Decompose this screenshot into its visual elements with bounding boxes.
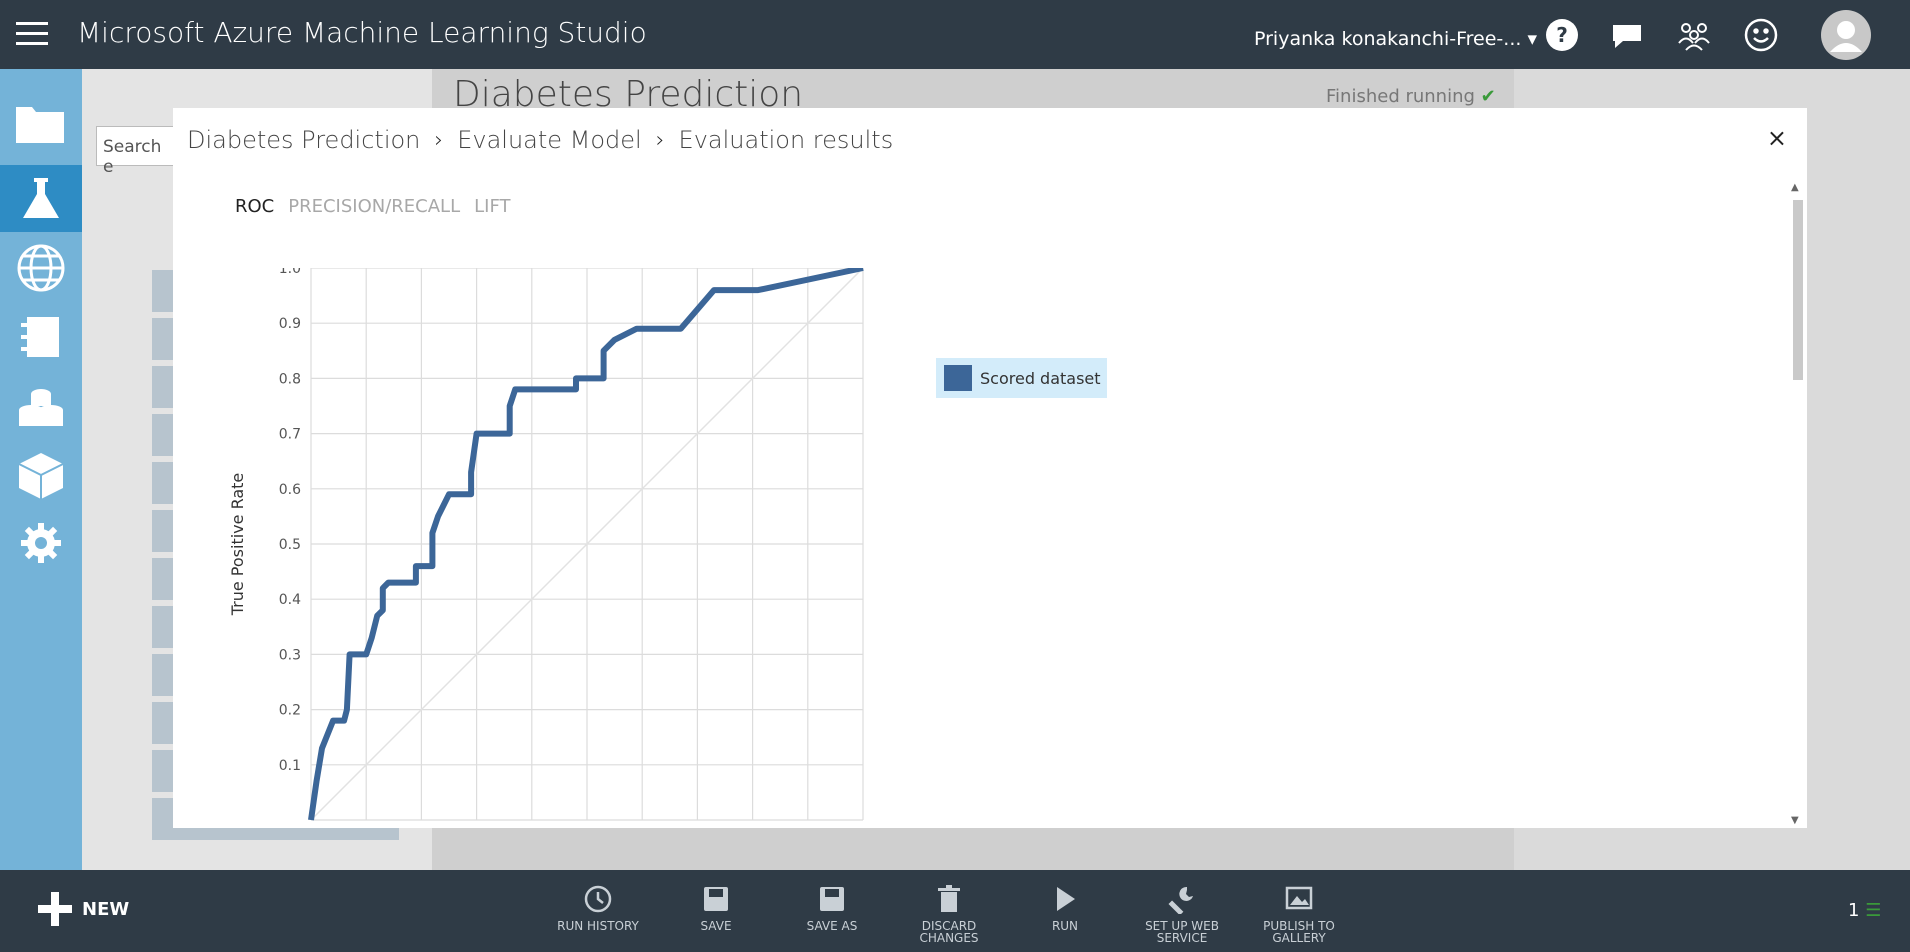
scroll-up-icon[interactable]: ▲ bbox=[1791, 182, 1799, 193]
setup-web-service-button[interactable]: SET UP WEB SERVICE bbox=[1127, 884, 1237, 944]
datasets-icon bbox=[19, 388, 63, 426]
chevron-right-icon: › bbox=[434, 127, 444, 153]
tool-label: PUBLISH TO GALLERY bbox=[1263, 919, 1335, 945]
save-as-button[interactable]: SAVE AS bbox=[777, 884, 887, 932]
left-nav bbox=[0, 69, 82, 870]
gallery-icon bbox=[1285, 886, 1313, 910]
tool-label: SET UP WEB SERVICE bbox=[1145, 919, 1219, 945]
play-icon bbox=[1057, 887, 1075, 911]
nav-projects[interactable] bbox=[0, 89, 82, 156]
breadcrumb: Diabetes Prediction › Evaluate Model › E… bbox=[187, 126, 893, 154]
progress-icon: ☰ bbox=[1865, 900, 1882, 921]
notification-count[interactable]: 1 ☰ bbox=[1848, 900, 1881, 921]
community-icon[interactable] bbox=[1676, 17, 1712, 53]
tool-label: SAVE bbox=[700, 919, 732, 933]
tab-lift[interactable]: LIFT bbox=[474, 196, 510, 217]
notebook-icon bbox=[21, 316, 59, 357]
nav-datasets[interactable] bbox=[0, 374, 82, 441]
top-bar: Microsoft Azure Machine Learning Studio … bbox=[0, 0, 1910, 69]
tab-roc[interactable]: ROC bbox=[235, 196, 274, 217]
plus-icon bbox=[38, 892, 72, 926]
scroll-down-icon[interactable]: ▼ bbox=[1791, 815, 1799, 826]
user-name: Priyanka konakanchi-Free-... bbox=[1254, 28, 1522, 50]
y-tick-label: 0.8 bbox=[279, 371, 301, 387]
projects-icon bbox=[16, 106, 64, 143]
scroll-thumb[interactable] bbox=[1793, 200, 1803, 380]
run-button[interactable]: RUN bbox=[1010, 884, 1120, 932]
y-tick-label: 0.4 bbox=[279, 592, 301, 608]
bottom-toolbar: NEW RUN HISTORY SAVE SAVE AS DISCARD CHA… bbox=[0, 870, 1910, 952]
breadcrumb-current: Evaluation results bbox=[678, 126, 894, 154]
save-button[interactable]: SAVE bbox=[661, 884, 771, 932]
evaluation-results-dialog: Diabetes Prediction › Evaluate Model › E… bbox=[173, 108, 1807, 828]
tool-label: RUN bbox=[1051, 919, 1079, 933]
legend-swatch bbox=[944, 365, 972, 391]
tool-label: RUN HISTORY bbox=[557, 919, 639, 933]
trash-icon bbox=[938, 885, 960, 912]
y-tick-label: 0.5 bbox=[279, 537, 301, 553]
breadcrumb-experiment[interactable]: Diabetes Prediction bbox=[187, 126, 420, 154]
y-tick-label: 0.7 bbox=[279, 427, 301, 443]
gear-icon bbox=[21, 522, 61, 563]
tool-label: SAVE AS bbox=[806, 919, 858, 933]
new-label: NEW bbox=[82, 898, 130, 920]
cube-icon bbox=[18, 452, 64, 499]
save-as-icon bbox=[820, 887, 844, 911]
publish-to-gallery-button[interactable]: PUBLISH TO GALLERY bbox=[1244, 884, 1354, 944]
nav-web-services[interactable] bbox=[0, 234, 82, 301]
help-icon[interactable]: ? bbox=[1544, 17, 1580, 53]
chart-tabs: ROC PRECISION/RECALL LIFT bbox=[235, 196, 511, 217]
tool-label: DISCARD CHANGES bbox=[919, 919, 979, 945]
nav-settings[interactable] bbox=[0, 509, 82, 576]
y-tick-label: 0.6 bbox=[279, 482, 301, 498]
checkmark-icon: ✔ bbox=[1480, 86, 1496, 107]
chart-legend[interactable]: Scored dataset bbox=[936, 358, 1107, 398]
menu-icon[interactable] bbox=[16, 22, 48, 46]
breadcrumb-module[interactable]: Evaluate Model bbox=[457, 126, 642, 154]
nav-experiments[interactable] bbox=[0, 165, 82, 232]
smiley-icon[interactable] bbox=[1743, 17, 1779, 53]
avatar[interactable] bbox=[1821, 10, 1871, 60]
globe-icon bbox=[17, 244, 65, 291]
run-status-text: Finished running bbox=[1326, 86, 1475, 107]
run-status: Finished running ✔ bbox=[1326, 86, 1496, 107]
y-axis-label: True Positive Rate bbox=[228, 473, 247, 617]
nav-trained-models[interactable] bbox=[0, 442, 82, 509]
scrollbar[interactable]: ▲ ▼ bbox=[1789, 180, 1807, 828]
nav-notebooks[interactable] bbox=[0, 303, 82, 370]
y-tick-label: 0.1 bbox=[279, 758, 301, 774]
y-tick-label: 0.3 bbox=[279, 647, 301, 663]
notification-count-text: 1 bbox=[1848, 900, 1860, 921]
search-input[interactable]: Search e bbox=[96, 126, 176, 177]
close-button[interactable]: × bbox=[1767, 124, 1787, 152]
y-tick-label: 1.0 bbox=[279, 268, 301, 277]
y-tick-label: 0.2 bbox=[279, 703, 301, 719]
discard-changes-button[interactable]: DISCARD CHANGES bbox=[894, 884, 1004, 944]
run-history-button[interactable]: RUN HISTORY bbox=[543, 884, 653, 932]
history-icon bbox=[584, 885, 612, 913]
save-icon bbox=[704, 887, 728, 911]
chevron-right-icon: › bbox=[655, 127, 665, 153]
new-button[interactable]: NEW bbox=[38, 892, 129, 926]
legend-label: Scored dataset bbox=[980, 368, 1101, 388]
tab-precision-recall[interactable]: PRECISION/RECALL bbox=[288, 196, 460, 217]
app-title: Microsoft Azure Machine Learning Studio bbox=[77, 16, 647, 49]
roc-chart: 0.1 0.2 0.3 0.4 0.5 0.6 0.7 0.8 0.9 1.0 True Posit… bbox=[228, 268, 864, 821]
svg-text:?: ? bbox=[1556, 23, 1568, 47]
flask-icon bbox=[23, 177, 59, 218]
y-tick-label: 0.9 bbox=[279, 316, 301, 332]
wrench-icon bbox=[1168, 886, 1193, 914]
feedback-icon[interactable] bbox=[1609, 17, 1645, 53]
user-menu[interactable]: Priyanka konakanchi-Free-... ▾ bbox=[1254, 28, 1537, 50]
